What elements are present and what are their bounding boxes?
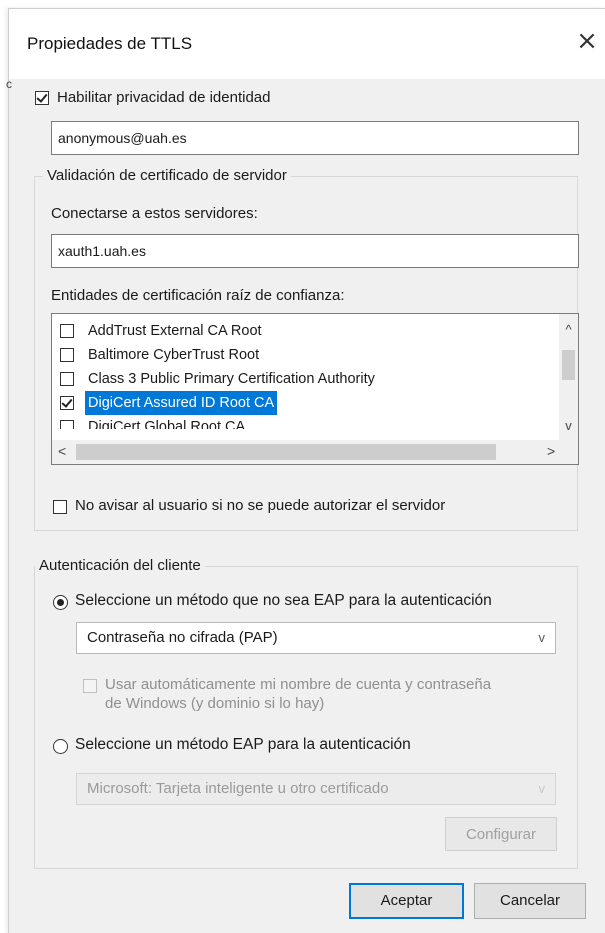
- eap-radio[interactable]: [53, 739, 68, 754]
- ok-button[interactable]: Aceptar: [349, 883, 464, 919]
- ca-list-item[interactable]: DigiCert Global Root CA: [52, 415, 542, 429]
- ca-item-checkbox[interactable]: [60, 396, 74, 410]
- vertical-scrollbar[interactable]: ^ v: [559, 314, 578, 440]
- no-prompt-label: No avisar al usuario si no se puede auto…: [75, 497, 446, 514]
- servers-input[interactable]: xauth1.uah.es: [51, 234, 579, 268]
- server-validation-legend: Validación de certificado de servidor: [43, 167, 291, 184]
- trusted-ca-label: Entidades de certificación raíz de confi…: [51, 287, 345, 304]
- scrollbar-thumb[interactable]: [562, 350, 575, 380]
- ca-item-checkbox[interactable]: [60, 348, 74, 362]
- chevron-down-icon: v: [538, 630, 546, 645]
- ca-list-item[interactable]: DigiCert Assured ID Root CA: [52, 391, 542, 415]
- identity-input[interactable]: anonymous@uah.es: [51, 121, 579, 155]
- ca-item-label: Class 3 Public Primary Certification Aut…: [88, 371, 375, 387]
- servers-label: Conectarse a estos servidores:: [51, 205, 258, 222]
- auto-credentials-label-line2: de Windows (y dominio si lo hay): [105, 695, 325, 712]
- auto-credentials-checkbox[interactable]: [83, 679, 97, 693]
- background-window-edge-text: c: [6, 77, 12, 91]
- non-eap-method-value: Contraseña no cifrada (PAP): [87, 629, 278, 646]
- non-eap-method-dropdown[interactable]: Contraseña no cifrada (PAP) v: [76, 622, 556, 654]
- horizontal-scrollbar[interactable]: < >: [52, 440, 578, 464]
- scroll-right-icon[interactable]: >: [547, 443, 555, 459]
- horizontal-scrollbar-thumb[interactable]: [76, 444, 496, 460]
- ca-item-label: AddTrust External CA Root: [88, 323, 262, 339]
- scroll-left-icon[interactable]: <: [58, 443, 66, 459]
- configure-button[interactable]: Configurar: [445, 817, 557, 851]
- scroll-up-icon[interactable]: ^: [559, 322, 578, 337]
- ca-list-item[interactable]: Baltimore CyberTrust Root: [52, 343, 542, 367]
- eap-label: Seleccione un método EAP para la autenti…: [75, 736, 411, 753]
- ca-item-label: DigiCert Assured ID Root CA: [85, 391, 278, 415]
- auto-credentials-label: Usar automáticamente mi nombre de cuenta…: [105, 676, 492, 693]
- non-eap-radio[interactable]: [53, 595, 68, 610]
- trusted-ca-listbox[interactable]: AddTrust External CA Root Baltimore Cybe…: [51, 313, 579, 465]
- ca-item-label: DigiCert Global Root CA: [88, 419, 246, 429]
- identity-privacy-checkbox[interactable]: [35, 91, 49, 105]
- close-icon[interactable]: ×: [572, 26, 602, 56]
- ca-list-item[interactable]: AddTrust External CA Root: [52, 319, 542, 343]
- ca-list-item[interactable]: Class 3 Public Primary Certification Aut…: [52, 367, 542, 391]
- no-prompt-checkbox[interactable]: [53, 500, 67, 514]
- identity-privacy-label: Habilitar privacidad de identidad: [57, 89, 271, 106]
- title-bar: Propiedades de TTLS ×: [9, 9, 605, 79]
- eap-method-value: Microsoft: Tarjeta inteligente u otro ce…: [87, 780, 389, 797]
- cancel-button[interactable]: Cancelar: [474, 883, 586, 919]
- dialog-window: Propiedades de TTLS × c Habilitar privac…: [6, 8, 605, 933]
- ca-item-label: Baltimore CyberTrust Root: [88, 347, 260, 363]
- non-eap-label: Seleccione un método que no sea EAP para…: [75, 592, 492, 609]
- ca-item-checkbox[interactable]: [60, 372, 74, 386]
- scroll-down-icon[interactable]: v: [559, 418, 578, 433]
- ca-item-checkbox[interactable]: [60, 420, 74, 429]
- ca-item-checkbox[interactable]: [60, 324, 74, 338]
- dialog-title: Propiedades de TTLS: [27, 34, 193, 53]
- eap-method-dropdown[interactable]: Microsoft: Tarjeta inteligente u otro ce…: [76, 773, 556, 805]
- client-auth-legend: Autenticación del cliente: [35, 557, 205, 574]
- chevron-down-icon: v: [538, 781, 546, 796]
